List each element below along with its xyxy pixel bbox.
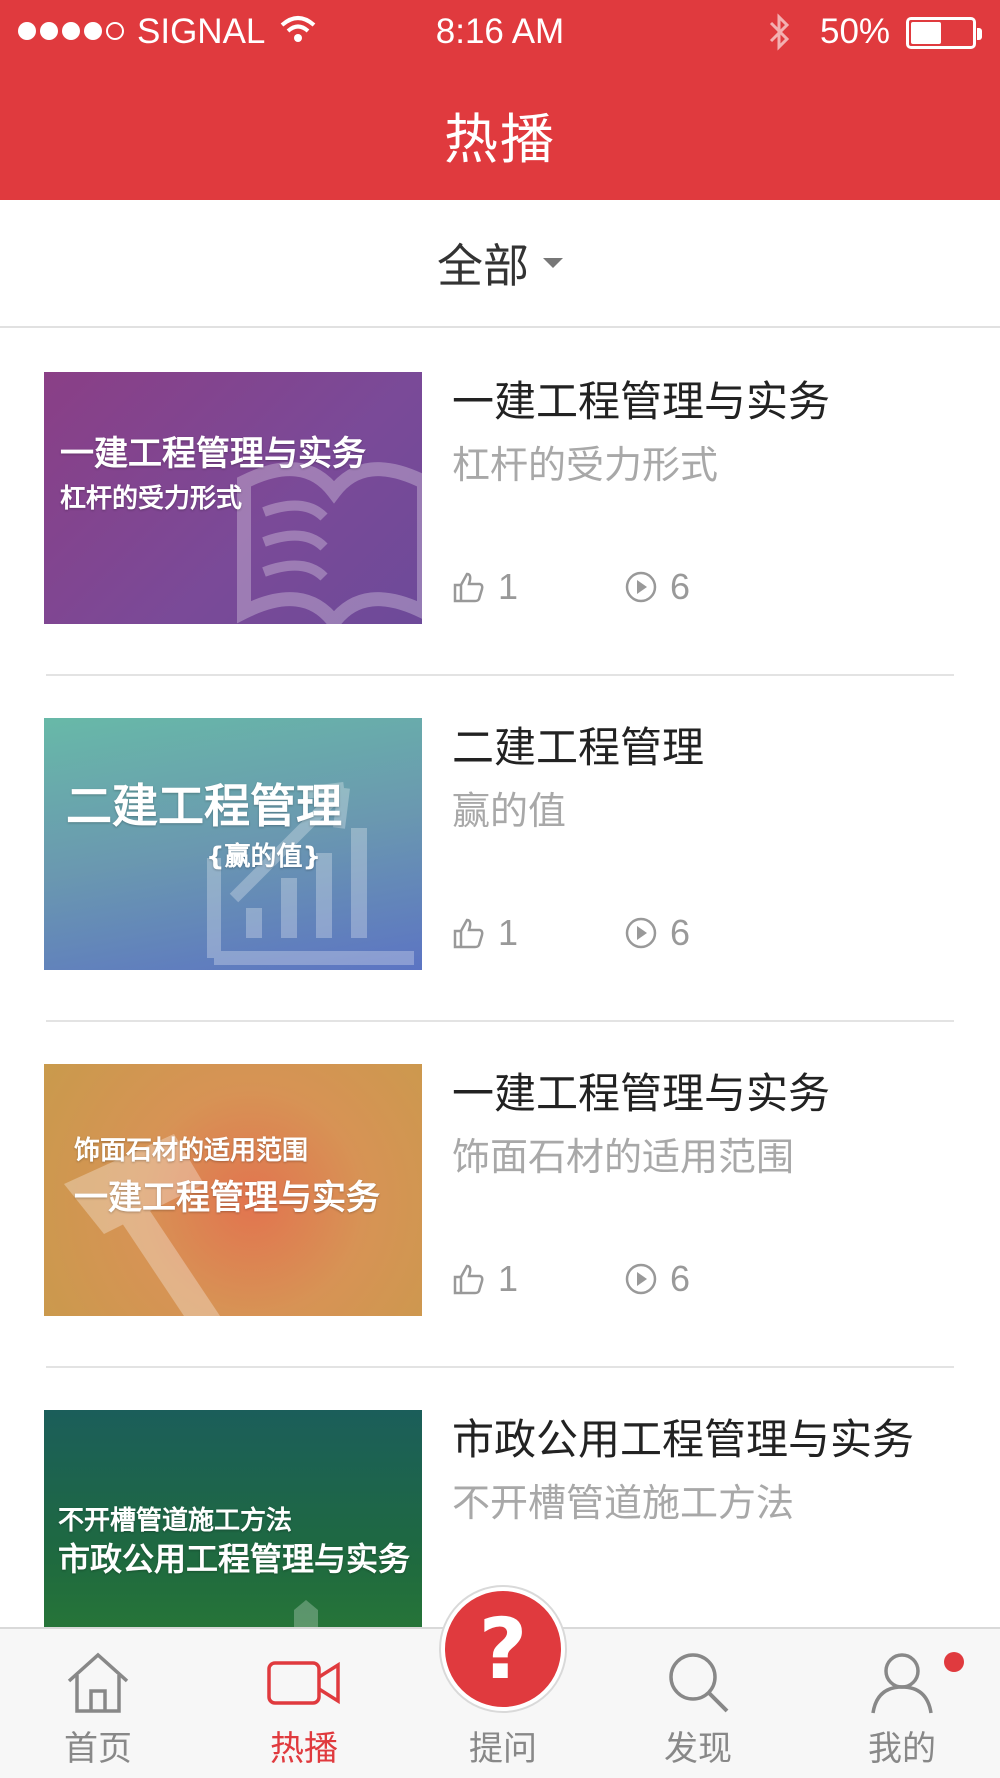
video-subtitle: 饰面石材的适用范围 <box>452 1135 795 1179</box>
tab-label: 发现 <box>664 1729 732 1769</box>
list-item[interactable]: 二建工程管理 {赢的值} 二建工程管理 赢的值 1 6 <box>0 676 1000 1022</box>
caret-down-icon <box>543 258 563 268</box>
video-subtitle: 不开槽管道施工方法 <box>452 1481 795 1525</box>
question-mark-icon: ? <box>478 1600 528 1698</box>
like-count[interactable]: 1 <box>452 912 518 954</box>
battery-icon <box>906 17 982 49</box>
video-camera-icon <box>267 1661 340 1705</box>
thumbs-up-icon <box>453 572 484 603</box>
thumbnail-title: 二建工程管理 <box>66 779 342 833</box>
video-title[interactable]: 一建工程管理与实务 <box>452 368 830 429</box>
thumbnail-title: 饰面石材的适用范围 <box>74 1136 309 1166</box>
tab-hot[interactable]: 热播 <box>224 1629 384 1778</box>
thumbs-up-icon <box>453 1264 484 1295</box>
notification-badge <box>944 1652 964 1672</box>
tab-label: 提问 <box>469 1729 537 1769</box>
video-list: 一建工程管理与实务 杠杆的受力形式 一建工程管理与实务 杠杆的受力形式 1 6 … <box>0 330 1000 1627</box>
thumbnail-subtitle: 一建工程管理与实务 <box>74 1178 380 1218</box>
video-title[interactable]: 二建工程管理 <box>452 714 704 775</box>
bluetooth-icon <box>766 12 792 61</box>
user-icon <box>871 1653 933 1714</box>
video-subtitle: 杠杆的受力形式 <box>452 443 719 487</box>
app-header: SIGNAL 8:16 AM 50% 热播 <box>0 0 1000 200</box>
tab-label: 首页 <box>64 1729 132 1769</box>
thumbs-up-icon <box>453 918 484 949</box>
thumbnail-title: 一建工程管理与实务 <box>60 434 366 474</box>
page-title: 热播 <box>444 108 556 171</box>
video-subtitle: 赢的值 <box>452 789 567 833</box>
video-stats: 1 6 <box>452 912 752 956</box>
play-count: 6 <box>624 1258 690 1300</box>
battery-percent: 50% <box>820 12 891 51</box>
thumbnail-subtitle: {赢的值} <box>206 842 322 872</box>
video-title[interactable]: 市政公用工程管理与实务 <box>452 1406 914 1467</box>
search-icon <box>669 1653 729 1713</box>
video-stats: 1 6 <box>452 1258 752 1302</box>
tab-label: 我的 <box>868 1729 936 1769</box>
video-stats: 1 6 <box>452 566 752 610</box>
play-circle-icon <box>625 1263 657 1295</box>
play-count: 6 <box>624 912 690 954</box>
play-count: 6 <box>624 566 690 608</box>
thumbnail-subtitle: 市政公用工程管理与实务 <box>58 1540 411 1578</box>
tab-label: 热播 <box>270 1729 338 1769</box>
skyline-icon <box>294 1600 318 1627</box>
video-thumbnail[interactable]: 二建工程管理 {赢的值} <box>44 718 422 970</box>
tab-discover[interactable]: 发现 <box>618 1629 778 1778</box>
like-count[interactable]: 1 <box>452 566 518 608</box>
tab-me[interactable]: 我的 <box>822 1629 982 1778</box>
like-count[interactable]: 1 <box>452 1258 518 1300</box>
list-item[interactable]: 一建工程管理与实务 杠杆的受力形式 一建工程管理与实务 杠杆的受力形式 1 6 <box>0 330 1000 676</box>
play-circle-icon <box>625 917 657 949</box>
video-title[interactable]: 一建工程管理与实务 <box>452 1060 830 1121</box>
list-item[interactable]: 饰面石材的适用范围 一建工程管理与实务 一建工程管理与实务 饰面石材的适用范围 … <box>0 1022 1000 1368</box>
video-thumbnail[interactable]: 不开槽管道施工方法 市政公用工程管理与实务 <box>44 1410 422 1627</box>
home-icon <box>67 1652 129 1713</box>
video-thumbnail[interactable]: 一建工程管理与实务 杠杆的受力形式 <box>44 372 422 624</box>
thumbnail-subtitle: 杠杆的受力形式 <box>60 484 243 514</box>
filter-label: 全部 <box>437 239 529 293</box>
play-circle-icon <box>625 571 657 603</box>
thumbnail-title: 不开槽管道施工方法 <box>58 1506 293 1536</box>
tab-home[interactable]: 首页 <box>18 1629 178 1778</box>
status-bar: SIGNAL 8:16 AM 50% <box>0 0 1000 64</box>
category-filter[interactable]: 全部 <box>0 200 1000 328</box>
ask-question-button[interactable]: ? <box>441 1587 565 1711</box>
video-thumbnail[interactable]: 饰面石材的适用范围 一建工程管理与实务 <box>44 1064 422 1316</box>
